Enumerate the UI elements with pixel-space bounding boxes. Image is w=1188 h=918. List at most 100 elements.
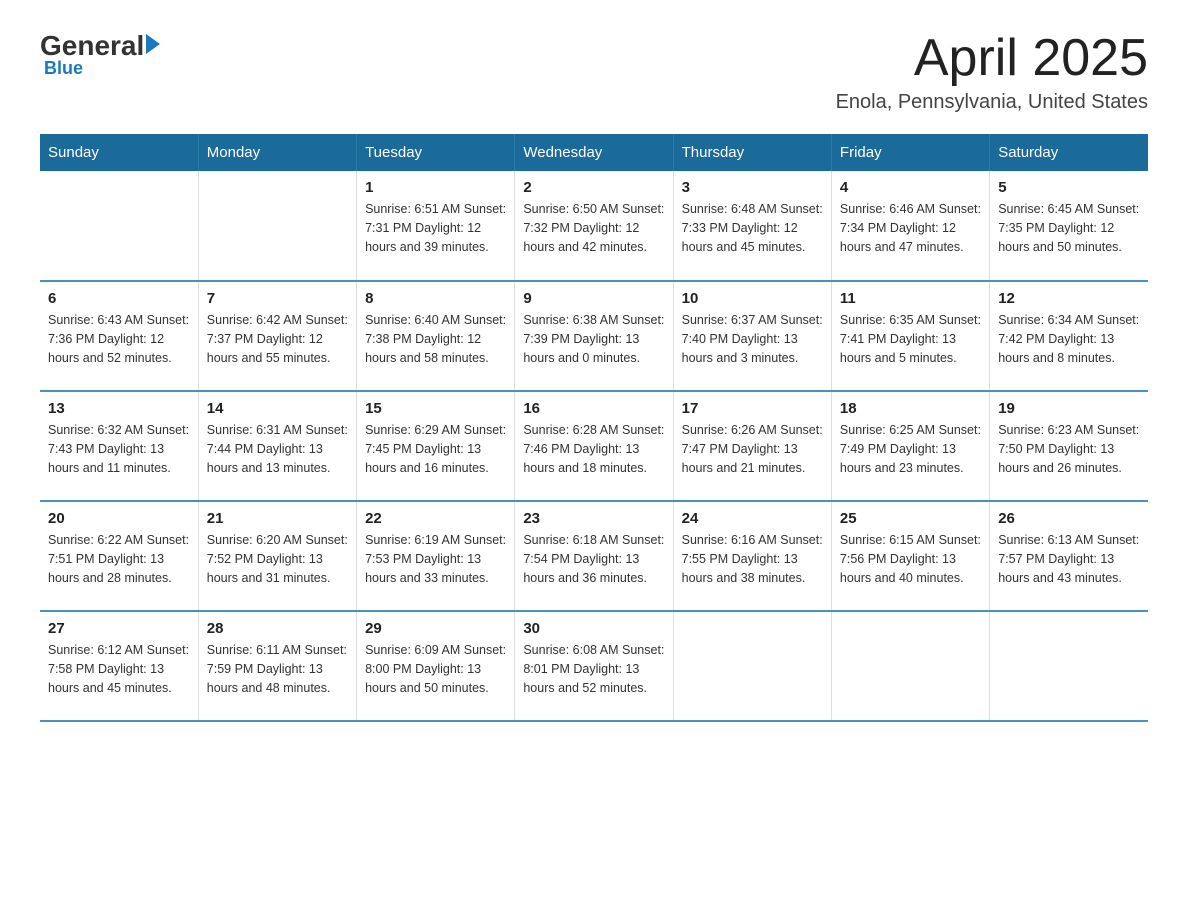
day-number: 15 xyxy=(365,400,506,417)
day-info: Sunrise: 6:31 AM Sunset: 7:44 PM Dayligh… xyxy=(207,421,348,477)
day-number: 25 xyxy=(840,510,981,527)
calendar-table: SundayMondayTuesdayWednesdayThursdayFrid… xyxy=(40,134,1148,722)
day-info: Sunrise: 6:51 AM Sunset: 7:31 PM Dayligh… xyxy=(365,200,506,256)
day-info: Sunrise: 6:15 AM Sunset: 7:56 PM Dayligh… xyxy=(840,531,981,587)
page-title: April 2025 xyxy=(836,30,1148,87)
weekday-header-saturday: Saturday xyxy=(990,134,1148,171)
calendar-cell: 22Sunrise: 6:19 AM Sunset: 7:53 PM Dayli… xyxy=(357,501,515,611)
day-info: Sunrise: 6:09 AM Sunset: 8:00 PM Dayligh… xyxy=(365,641,506,697)
day-number: 1 xyxy=(365,179,506,196)
calendar-cell: 2 Sunrise: 6:50 AM Sunset: 7:32 PM Daylig… xyxy=(515,171,673,281)
calendar-cell: 12 Sunrise: 6:34 AM Sunset: 7:42 PM Dayli… xyxy=(990,281,1148,391)
calendar-cell: 8 Sunrise: 6:40 AM Sunset: 7:38 PM Daylig… xyxy=(357,281,515,391)
day-info: Sunrise: 6:50 AM Sunset: 7:32 PM Dayligh… xyxy=(523,200,664,256)
day-info: Sunrise: 6:20 AM Sunset: 7:52 PM Dayligh… xyxy=(207,531,348,587)
logo-arrow-icon xyxy=(146,34,160,54)
calendar-cell: 15 Sunrise: 6:29 AM Sunset: 7:45 PM Dayli… xyxy=(357,391,515,501)
day-info: Sunrise: 6:28 AM Sunset: 7:46 PM Dayligh… xyxy=(523,421,664,477)
day-number: 30 xyxy=(523,620,664,637)
day-info: Sunrise: 6:08 AM Sunset: 8:01 PM Dayligh… xyxy=(523,641,664,697)
day-number: 28 xyxy=(207,620,348,637)
calendar-cell: 5Sunrise: 6:45 AM Sunset: 7:35 PM Daylig… xyxy=(990,171,1148,281)
day-number: 14 xyxy=(207,400,348,417)
day-number: 27 xyxy=(48,620,190,637)
calendar-cell xyxy=(831,611,989,721)
calendar-cell: 11 Sunrise: 6:35 AM Sunset: 7:41 PM Dayli… xyxy=(831,281,989,391)
week-row-1: 1 Sunrise: 6:51 AM Sunset: 7:31 PM Daylig… xyxy=(40,171,1148,281)
day-number: 10 xyxy=(682,290,823,307)
logo: General Blue xyxy=(40,30,160,79)
day-number: 6 xyxy=(48,290,190,307)
day-info: Sunrise: 6:45 AM Sunset: 7:35 PM Dayligh… xyxy=(998,200,1140,256)
day-number: 20 xyxy=(48,510,190,527)
day-number: 3 xyxy=(682,179,823,196)
day-info: Sunrise: 6:22 AM Sunset: 7:51 PM Dayligh… xyxy=(48,531,190,587)
day-info: Sunrise: 6:48 AM Sunset: 7:33 PM Dayligh… xyxy=(682,200,823,256)
day-info: Sunrise: 6:16 AM Sunset: 7:55 PM Dayligh… xyxy=(682,531,823,587)
day-info: Sunrise: 6:29 AM Sunset: 7:45 PM Dayligh… xyxy=(365,421,506,477)
calendar-cell: 25 Sunrise: 6:15 AM Sunset: 7:56 PM Dayli… xyxy=(831,501,989,611)
calendar-cell: 17Sunrise: 6:26 AM Sunset: 7:47 PM Dayli… xyxy=(673,391,831,501)
day-number: 12 xyxy=(998,290,1140,307)
weekday-header-thursday: Thursday xyxy=(673,134,831,171)
day-number: 29 xyxy=(365,620,506,637)
day-info: Sunrise: 6:12 AM Sunset: 7:58 PM Dayligh… xyxy=(48,641,190,697)
day-number: 11 xyxy=(840,290,981,307)
day-info: Sunrise: 6:40 AM Sunset: 7:38 PM Dayligh… xyxy=(365,311,506,367)
week-row-4: 20 Sunrise: 6:22 AM Sunset: 7:51 PM Dayli… xyxy=(40,501,1148,611)
calendar-cell: 19 Sunrise: 6:23 AM Sunset: 7:50 PM Dayli… xyxy=(990,391,1148,501)
day-info: Sunrise: 6:46 AM Sunset: 7:34 PM Dayligh… xyxy=(840,200,981,256)
title-block: April 2025 Enola, Pennsylvania, United S… xyxy=(836,30,1148,114)
week-row-5: 27 Sunrise: 6:12 AM Sunset: 7:58 PM Dayli… xyxy=(40,611,1148,721)
weekday-header-monday: Monday xyxy=(198,134,356,171)
day-number: 13 xyxy=(48,400,190,417)
weekday-header-row: SundayMondayTuesdayWednesdayThursdayFrid… xyxy=(40,134,1148,171)
calendar-cell: 30 Sunrise: 6:08 AM Sunset: 8:01 PM Dayli… xyxy=(515,611,673,721)
calendar-cell: 1 Sunrise: 6:51 AM Sunset: 7:31 PM Daylig… xyxy=(357,171,515,281)
calendar-cell xyxy=(673,611,831,721)
day-number: 8 xyxy=(365,290,506,307)
weekday-header-tuesday: Tuesday xyxy=(357,134,515,171)
calendar-cell: 7 Sunrise: 6:42 AM Sunset: 7:37 PM Daylig… xyxy=(198,281,356,391)
calendar-cell xyxy=(198,171,356,281)
weekday-header-friday: Friday xyxy=(831,134,989,171)
day-info: Sunrise: 6:38 AM Sunset: 7:39 PM Dayligh… xyxy=(523,311,664,367)
calendar-cell: 9 Sunrise: 6:38 AM Sunset: 7:39 PM Daylig… xyxy=(515,281,673,391)
weekday-header-wednesday: Wednesday xyxy=(515,134,673,171)
day-info: Sunrise: 6:42 AM Sunset: 7:37 PM Dayligh… xyxy=(207,311,348,367)
day-number: 21 xyxy=(207,510,348,527)
calendar-cell: 10 Sunrise: 6:37 AM Sunset: 7:40 PM Dayli… xyxy=(673,281,831,391)
day-number: 9 xyxy=(523,290,664,307)
day-info: Sunrise: 6:35 AM Sunset: 7:41 PM Dayligh… xyxy=(840,311,981,367)
day-info: Sunrise: 6:23 AM Sunset: 7:50 PM Dayligh… xyxy=(998,421,1140,477)
calendar-cell: 16Sunrise: 6:28 AM Sunset: 7:46 PM Dayli… xyxy=(515,391,673,501)
page-header: General Blue April 2025 Enola, Pennsylva… xyxy=(40,30,1148,114)
day-number: 24 xyxy=(682,510,823,527)
subtitle: Enola, Pennsylvania, United States xyxy=(836,91,1148,114)
day-number: 4 xyxy=(840,179,981,196)
day-number: 2 xyxy=(523,179,664,196)
day-info: Sunrise: 6:13 AM Sunset: 7:57 PM Dayligh… xyxy=(998,531,1140,587)
day-number: 7 xyxy=(207,290,348,307)
day-info: Sunrise: 6:34 AM Sunset: 7:42 PM Dayligh… xyxy=(998,311,1140,367)
calendar-cell: 4 Sunrise: 6:46 AM Sunset: 7:34 PM Daylig… xyxy=(831,171,989,281)
calendar-cell: 21 Sunrise: 6:20 AM Sunset: 7:52 PM Dayli… xyxy=(198,501,356,611)
day-number: 22 xyxy=(365,510,506,527)
calendar-cell xyxy=(40,171,198,281)
day-info: Sunrise: 6:11 AM Sunset: 7:59 PM Dayligh… xyxy=(207,641,348,697)
day-number: 19 xyxy=(998,400,1140,417)
day-info: Sunrise: 6:25 AM Sunset: 7:49 PM Dayligh… xyxy=(840,421,981,477)
calendar-cell: 13Sunrise: 6:32 AM Sunset: 7:43 PM Dayli… xyxy=(40,391,198,501)
calendar-cell: 23 Sunrise: 6:18 AM Sunset: 7:54 PM Dayli… xyxy=(515,501,673,611)
week-row-2: 6 Sunrise: 6:43 AM Sunset: 7:36 PM Daylig… xyxy=(40,281,1148,391)
calendar-cell: 29 Sunrise: 6:09 AM Sunset: 8:00 PM Dayli… xyxy=(357,611,515,721)
week-row-3: 13Sunrise: 6:32 AM Sunset: 7:43 PM Dayli… xyxy=(40,391,1148,501)
logo-blue: Blue xyxy=(44,58,83,79)
day-info: Sunrise: 6:43 AM Sunset: 7:36 PM Dayligh… xyxy=(48,311,190,367)
day-number: 26 xyxy=(998,510,1140,527)
weekday-header-sunday: Sunday xyxy=(40,134,198,171)
day-info: Sunrise: 6:37 AM Sunset: 7:40 PM Dayligh… xyxy=(682,311,823,367)
day-number: 17 xyxy=(682,400,823,417)
day-number: 23 xyxy=(523,510,664,527)
day-info: Sunrise: 6:18 AM Sunset: 7:54 PM Dayligh… xyxy=(523,531,664,587)
